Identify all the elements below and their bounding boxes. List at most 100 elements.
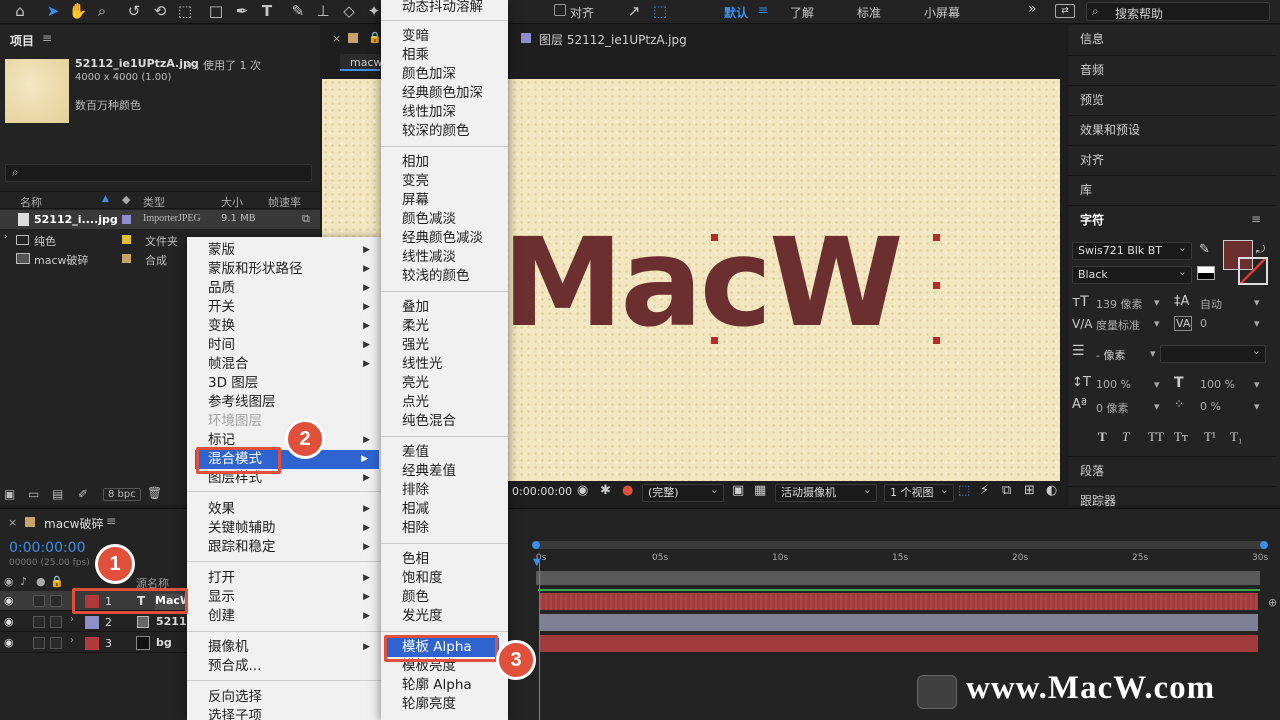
- new-folder-icon[interactable]: ▭: [28, 487, 39, 501]
- tsume-value[interactable]: 0 %: [1200, 400, 1221, 413]
- font-style-dropdown[interactable]: Black: [1072, 264, 1192, 284]
- eraser-icon[interactable]: ◇: [339, 1, 359, 21]
- blend-pin-light[interactable]: 点光: [402, 393, 429, 412]
- menu-item-open[interactable]: 打开 ▶: [208, 569, 370, 588]
- font-family-dropdown[interactable]: Swis721 Blk BT: [1072, 240, 1192, 260]
- panel-effects-presets[interactable]: 效果和预设: [1068, 115, 1276, 145]
- lock-icon[interactable]: 🔒: [368, 31, 382, 44]
- panel-align[interactable]: 对齐: [1068, 145, 1276, 175]
- resolution-dropdown[interactable]: (完整): [642, 482, 724, 502]
- label-swatch[interactable]: [122, 215, 131, 224]
- zoom-slider-icon[interactable]: ⊕: [1268, 596, 1277, 609]
- bbox-handle[interactable]: [711, 337, 718, 344]
- blend-exclusion[interactable]: 排除: [402, 481, 429, 500]
- workspace-default[interactable]: 默认: [724, 4, 748, 21]
- sync-icon[interactable]: ⇄: [1055, 4, 1075, 18]
- panel-info[interactable]: 信息: [1068, 25, 1276, 55]
- workspace-standard[interactable]: 标准: [857, 4, 881, 21]
- chevron-down-icon[interactable]: ▾: [1150, 347, 1156, 360]
- blend-silhouette-alpha[interactable]: 轮廓 Alpha: [402, 676, 472, 695]
- blend-overlay[interactable]: 叠加: [402, 298, 429, 317]
- stroke-color-swatch[interactable]: [1238, 257, 1268, 285]
- layer-label-swatch[interactable]: [85, 616, 99, 629]
- subscript-button[interactable]: T₁: [1230, 429, 1242, 445]
- macw-text-layer[interactable]: MacW: [502, 213, 904, 353]
- panel-paragraph[interactable]: 段落: [1068, 456, 1276, 486]
- menu-item-transform[interactable]: 变换 ▶: [208, 317, 370, 336]
- label-icon[interactable]: ◆: [122, 193, 130, 206]
- blend-lighter-color[interactable]: 较浅的颜色: [402, 267, 470, 286]
- home-icon[interactable]: ⌂: [10, 1, 30, 21]
- col-size[interactable]: 大小: [221, 194, 243, 210]
- blend-difference[interactable]: 差值: [402, 443, 429, 462]
- menu-item-track-stabilize[interactable]: 跟踪和稳定 ▶: [208, 538, 370, 557]
- blend-subtract[interactable]: 相减: [402, 500, 429, 519]
- label-swatch[interactable]: [122, 235, 131, 244]
- chevron-down-icon[interactable]: ▾: [1254, 317, 1260, 330]
- menu-item-effects[interactable]: 效果 ▶: [208, 500, 370, 519]
- chevron-down-icon[interactable]: ▾: [1154, 296, 1160, 309]
- time-navigator[interactable]: [532, 541, 1268, 549]
- time-ruler[interactable]: 0s 05s 10s 15s 20s 25s 30s: [532, 551, 1268, 569]
- blend-silhouette-luma[interactable]: 轮廓亮度: [402, 695, 456, 714]
- rect-icon[interactable]: □: [206, 1, 226, 21]
- flowchart-icon[interactable]: ⊞: [1024, 483, 1035, 498]
- blend-classic-difference[interactable]: 经典差值: [402, 462, 456, 481]
- project-search-input[interactable]: ⌕: [5, 164, 312, 182]
- selection-icon[interactable]: ➤: [43, 1, 63, 21]
- sort-asc-icon[interactable]: ▲: [102, 194, 109, 204]
- snapshot-icon[interactable]: ◉: [577, 483, 588, 498]
- blend-hard-mix[interactable]: 纯色混合: [402, 412, 456, 431]
- eyedropper-icon[interactable]: ✎: [1199, 242, 1210, 257]
- menu-item-time[interactable]: 时间 ▶: [208, 336, 370, 355]
- layer-tab[interactable]: 图层 52112_ie1UPtzA.jpg: [539, 31, 687, 48]
- lock-toggle[interactable]: [50, 595, 62, 607]
- layer-bar-1[interactable]: [540, 593, 1258, 610]
- close-icon[interactable]: ×: [332, 32, 341, 45]
- search-help-field[interactable]: ⌕ 搜索帮助: [1086, 2, 1270, 21]
- playhead[interactable]: [539, 559, 540, 720]
- blend-multiply[interactable]: 相乘: [402, 46, 429, 65]
- channel-icon[interactable]: ●: [622, 483, 633, 498]
- small-caps-button[interactable]: Tт: [1174, 429, 1188, 445]
- new-comp-icon[interactable]: ▤: [52, 487, 63, 501]
- superscript-button[interactable]: T¹: [1204, 429, 1216, 445]
- camera-dropdown[interactable]: 活动摄像机: [775, 482, 877, 502]
- stroke-order-dropdown[interactable]: [1160, 343, 1266, 363]
- timeline-comp-name[interactable]: macw破碎: [44, 515, 103, 532]
- chevron-down-icon[interactable]: ▾: [1154, 400, 1160, 413]
- vertical-scale-value[interactable]: 100 %: [1096, 378, 1131, 391]
- close-icon[interactable]: ×: [8, 516, 17, 529]
- blend-dancing-dissolve[interactable]: 动态抖动溶解: [402, 0, 483, 17]
- transparency-grid-icon[interactable]: ▦: [754, 483, 766, 498]
- blend-screen[interactable]: 屏幕: [402, 191, 429, 210]
- bbox-handle[interactable]: [711, 234, 718, 241]
- font-size-value[interactable]: 139 像素: [1096, 296, 1143, 312]
- menu-item-mask-shape-path[interactable]: 蒙版和形状路径 ▶: [208, 260, 370, 279]
- hand-icon[interactable]: ✋: [68, 1, 88, 21]
- solo-toggle[interactable]: [33, 616, 45, 628]
- viewer-timecode[interactable]: 0:00:00:00: [512, 485, 572, 498]
- menu-item-select-children[interactable]: 选择子项: [208, 707, 370, 720]
- blend-darken[interactable]: 变暗: [402, 27, 429, 46]
- chevron-down-icon[interactable]: ▾: [1254, 378, 1260, 391]
- blend-soft-light[interactable]: 柔光: [402, 317, 429, 336]
- trash-icon[interactable]: 🗑: [147, 486, 162, 500]
- pen-icon[interactable]: ✒: [232, 1, 252, 21]
- brush-icon[interactable]: ✎: [288, 1, 308, 21]
- bbox-handle[interactable]: [933, 234, 940, 241]
- workspace-learn[interactable]: 了解: [790, 4, 814, 21]
- expand-icon[interactable]: ›: [70, 635, 74, 646]
- chevron-down-icon[interactable]: ▾: [1154, 378, 1160, 391]
- baseline-shift-value[interactable]: 0 像素: [1096, 400, 1129, 416]
- blend-linear-dodge[interactable]: 线性减淡: [402, 248, 456, 267]
- menu-item-guide-layer[interactable]: 参考线图层: [208, 393, 370, 412]
- workspace-small[interactable]: 小屏幕: [924, 4, 960, 21]
- kerning-value[interactable]: 度量标准: [1096, 317, 1140, 333]
- views-dropdown[interactable]: 1 个视图: [884, 482, 954, 502]
- menu-item-reveal[interactable]: 显示 ▶: [208, 588, 370, 607]
- blend-luminosity[interactable]: 发光度: [402, 607, 443, 626]
- align-checkbox[interactable]: [554, 4, 566, 16]
- blend-color-burn[interactable]: 颜色加深: [402, 65, 456, 84]
- label-swatch[interactable]: [122, 254, 131, 263]
